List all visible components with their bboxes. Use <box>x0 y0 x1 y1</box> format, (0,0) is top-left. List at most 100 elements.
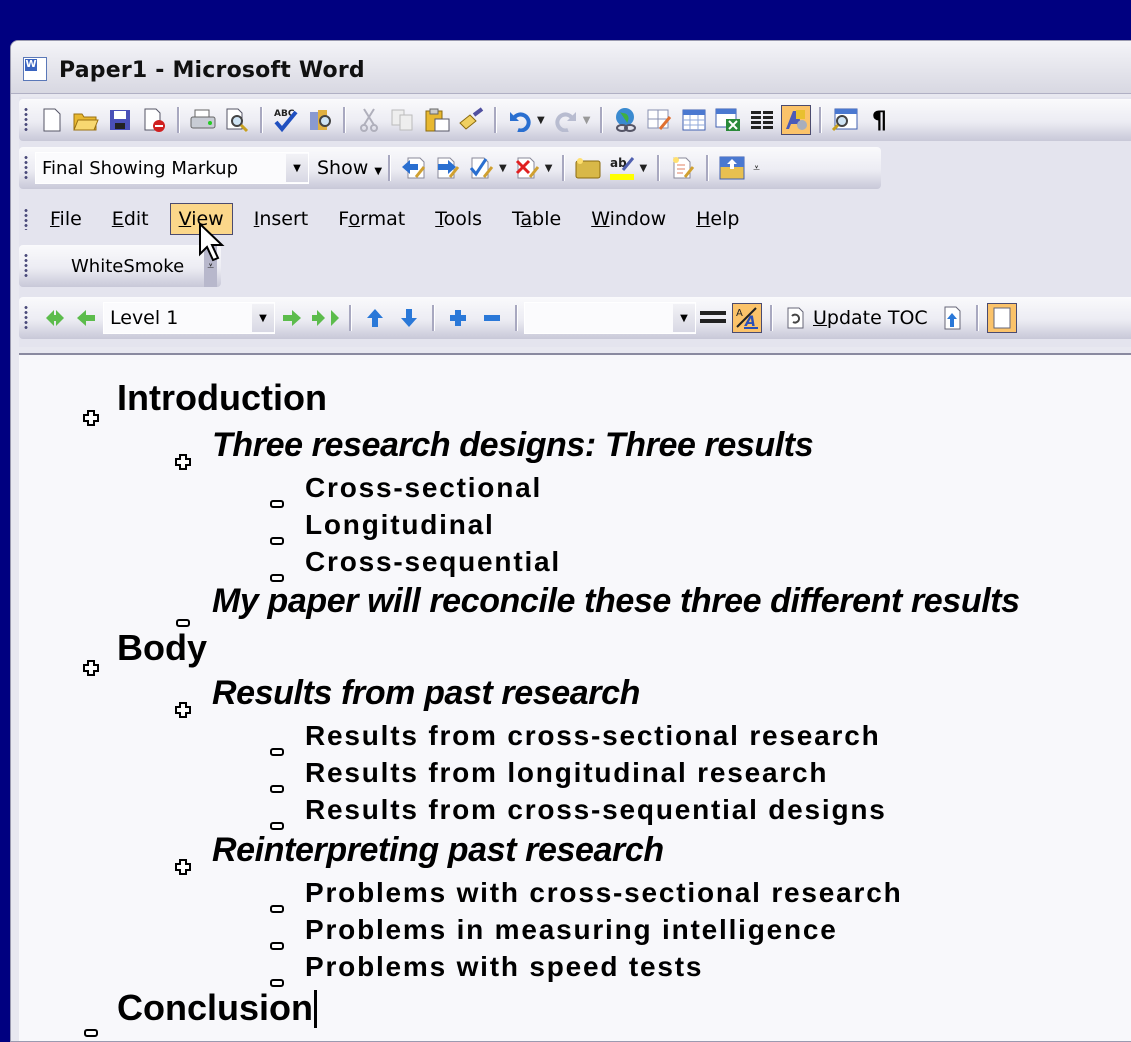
highlight-icon[interactable]: ab <box>607 153 637 183</box>
demote-icon[interactable] <box>277 303 307 333</box>
chevron-down-icon[interactable]: ▼ <box>286 154 308 182</box>
reviewing-pane-icon[interactable] <box>717 153 747 183</box>
outline-heading-level-2[interactable]: My paper will reconcile these three diff… <box>176 582 1020 627</box>
undo-icon[interactable] <box>505 105 535 135</box>
move-up-icon[interactable] <box>360 303 390 333</box>
outline-expand-plus-icon[interactable] <box>175 845 191 884</box>
menu-help[interactable]: Help <box>687 203 748 235</box>
toolbar-options-icon[interactable]: ⩡ <box>753 161 760 176</box>
show-formatting-icon[interactable]: AA <box>732 303 762 333</box>
outline-expand-plus-icon[interactable] <box>83 643 99 685</box>
promote-to-heading1-icon[interactable] <box>37 303 67 333</box>
new-icon[interactable] <box>37 105 67 135</box>
paste-icon[interactable] <box>422 105 452 135</box>
update-toc-icon[interactable] <box>781 303 811 333</box>
insert-excel-icon[interactable] <box>713 105 743 135</box>
outline-heading-level-2[interactable]: Three research designs: Three results <box>175 426 814 470</box>
copy-icon[interactable] <box>388 105 418 135</box>
track-changes-icon[interactable] <box>668 153 698 183</box>
reject-change-icon[interactable] <box>513 153 543 183</box>
save-icon[interactable] <box>105 105 135 135</box>
go-to-toc-icon[interactable] <box>938 303 968 333</box>
chevron-down-icon[interactable]: ▼ <box>673 304 695 332</box>
outline-collapse-minus-icon[interactable] <box>269 732 285 764</box>
color-label[interactable]: WhiteSmoke <box>71 256 184 277</box>
menu-insert[interactable]: Insert <box>245 203 318 235</box>
outline-heading-level-1[interactable]: Body <box>83 627 207 676</box>
outline-heading-level-3[interactable]: Longitudinal <box>270 509 495 545</box>
update-toc-button[interactable]: Update TOC <box>813 307 928 329</box>
accept-change-icon[interactable] <box>467 153 497 183</box>
outline-collapse-minus-icon[interactable] <box>269 484 285 516</box>
title-bar[interactable]: W Paper1 - Microsoft Word <box>11 41 1131 94</box>
outline-collapse-minus-icon[interactable] <box>269 521 285 553</box>
menu-tools[interactable]: Tools <box>426 203 491 235</box>
outline-heading-level-3[interactable]: Problems with cross-sectional research <box>270 877 903 913</box>
show-menu-button[interactable]: Show ▼ <box>317 157 382 179</box>
highlight-dropdown-arrow[interactable]: ▼ <box>639 163 647 174</box>
outline-heading-level-2[interactable]: Results from past research <box>175 674 640 718</box>
permission-icon[interactable] <box>139 105 169 135</box>
undo-dropdown-arrow[interactable]: ▼ <box>537 115 545 126</box>
menu-table[interactable]: Table <box>503 203 570 235</box>
collapse-icon[interactable] <box>477 303 507 333</box>
show-first-line-icon[interactable] <box>698 303 728 333</box>
format-painter-icon[interactable] <box>456 105 486 135</box>
outline-heading-level-3[interactable]: Results from longitudinal research <box>270 757 828 793</box>
show-level-select[interactable]: ▼ <box>524 302 696 334</box>
hyperlink-icon[interactable] <box>611 105 641 135</box>
toolbar-grip[interactable] <box>23 107 29 133</box>
outline-collapse-minus-icon[interactable] <box>269 889 285 921</box>
toolbar-grip[interactable] <box>23 155 29 181</box>
outline-level-select[interactable]: Level 1 ▼ <box>103 302 275 334</box>
outline-collapse-minus-icon[interactable] <box>269 769 285 801</box>
outline-heading-level-3[interactable]: Problems with speed tests <box>270 951 703 987</box>
accept-dropdown-arrow[interactable]: ▼ <box>499 163 507 174</box>
outline-heading-level-3[interactable]: Cross-sectional <box>270 472 542 508</box>
expand-icon[interactable] <box>443 303 473 333</box>
reject-dropdown-arrow[interactable]: ▼ <box>545 163 553 174</box>
open-icon[interactable] <box>71 105 101 135</box>
drawing-icon[interactable] <box>781 105 812 135</box>
word-doc-icon[interactable]: W <box>23 57 47 81</box>
cut-icon[interactable] <box>354 105 384 135</box>
menu-window[interactable]: Window <box>582 203 675 235</box>
outline-heading-level-3[interactable]: Problems in measuring intelligence <box>270 914 838 950</box>
columns-icon[interactable] <box>747 105 777 135</box>
display-for-review-select[interactable]: Final Showing Markup ▼ <box>35 152 309 184</box>
print-preview-icon[interactable] <box>222 105 252 135</box>
toolbar-grip[interactable] <box>23 305 29 331</box>
tables-borders-icon[interactable] <box>645 105 675 135</box>
insert-table-icon[interactable] <box>679 105 709 135</box>
outline-heading-level-3[interactable]: Cross-sequential <box>270 546 561 582</box>
spelling-icon[interactable]: ABC <box>271 105 301 135</box>
demote-to-body-icon[interactable] <box>311 303 341 333</box>
promote-icon[interactable] <box>71 303 101 333</box>
outline-heading-level-3[interactable]: Results from cross-sequential designs <box>270 794 887 830</box>
toolbar-grip[interactable] <box>23 253 29 279</box>
outline-expand-plus-icon[interactable] <box>83 393 99 435</box>
previous-change-icon[interactable] <box>399 153 429 183</box>
next-change-icon[interactable] <box>433 153 463 183</box>
menubar-grip[interactable] <box>23 208 29 230</box>
insert-comment-icon[interactable] <box>573 153 603 183</box>
document-map-icon[interactable] <box>830 105 860 135</box>
outline-expand-plus-icon[interactable] <box>175 688 191 727</box>
redo-dropdown-arrow[interactable]: ▼ <box>583 115 591 126</box>
outline-collapse-minus-icon[interactable] <box>269 926 285 958</box>
outline-expand-plus-icon[interactable] <box>175 440 191 479</box>
chevron-down-icon[interactable]: ▼ <box>252 304 274 332</box>
menu-edit[interactable]: Edit <box>103 203 158 235</box>
document-outline-area[interactable]: Introduction Three research designs: Thre… <box>19 353 1131 1041</box>
move-down-icon[interactable] <box>394 303 424 333</box>
research-icon[interactable] <box>305 105 335 135</box>
master-document-view-icon[interactable] <box>986 303 1017 333</box>
redo-icon[interactable] <box>551 105 581 135</box>
show-hide-icon[interactable]: ¶ <box>864 105 894 135</box>
outline-heading-level-3[interactable]: Results from cross-sectional research <box>270 720 880 756</box>
menu-format[interactable]: Format <box>329 203 414 235</box>
print-icon[interactable] <box>188 105 218 135</box>
outline-heading-level-1[interactable]: Introduction <box>83 377 327 426</box>
outline-collapse-minus-icon[interactable] <box>83 1005 99 1041</box>
menu-file[interactable]: File <box>41 203 91 235</box>
